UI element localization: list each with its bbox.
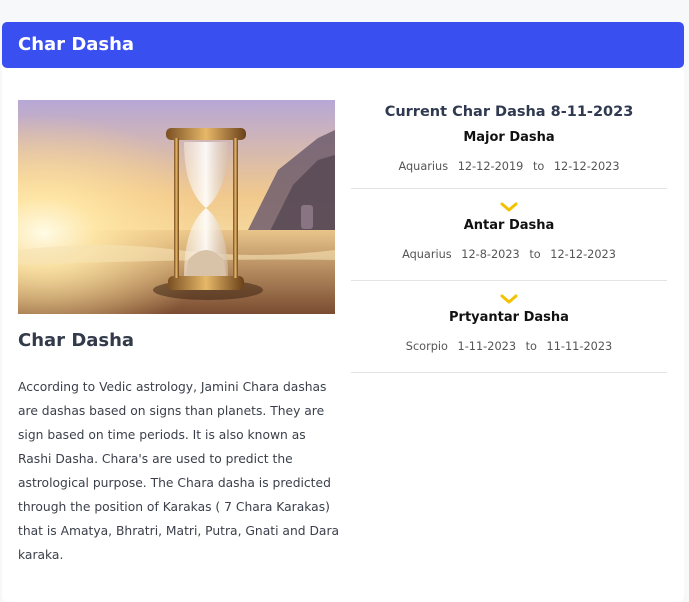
dasha-end-date: 11-11-2023 (546, 340, 613, 353)
dasha-title: Antar Dasha (463, 218, 555, 233)
current-dasha-heading: Current Char Dasha 8-11-2023 (384, 104, 634, 120)
major-dasha-block: Major Dasha Aquarius 12-12-2019 to 12-12… (351, 124, 667, 189)
dasha-to-word: to (532, 160, 545, 173)
chevron-down-icon (500, 202, 518, 212)
dasha-sign: Aquarius (402, 248, 452, 261)
dasha-end-date: 12-12-2023 (553, 160, 620, 173)
dasha-to-word: to (525, 340, 537, 353)
dasha-period: Aquarius 12-12-2019 to 12-12-2023 (351, 158, 667, 176)
pratyantar-dasha-block: Prtyantar Dasha Scorpio 1-11-2023 to 11-… (351, 281, 667, 373)
section-description: According to Vedic astrology, Jamini Cha… (18, 380, 340, 562)
dasha-start-date: 12-8-2023 (461, 248, 520, 261)
chevron-down-icon (500, 294, 518, 304)
dasha-panel: Current Char Dasha 8-11-2023 Major Dasha… (351, 100, 667, 373)
hourglass-image (18, 100, 335, 314)
page-title: Char Dasha (18, 34, 135, 55)
dasha-title: Major Dasha (463, 130, 555, 145)
dasha-period: Aquarius 12-8-2023 to 12-12-2023 (351, 246, 667, 264)
dasha-start-date: 12-12-2019 (457, 160, 524, 173)
dasha-sign: Scorpio (405, 340, 448, 353)
antar-dasha-block: Antar Dasha Aquarius 12-8-2023 to 12-12-… (351, 189, 667, 281)
page-header: Char Dasha (2, 22, 684, 68)
section-title: Char Dasha (18, 330, 135, 351)
dasha-title: Prtyantar Dasha (449, 310, 569, 325)
dasha-end-date: 12-12-2023 (550, 248, 616, 261)
dasha-to-word: to (529, 248, 541, 261)
dasha-period: Scorpio 1-11-2023 to 11-11-2023 (351, 338, 667, 356)
dasha-start-date: 1-11-2023 (457, 340, 517, 353)
dasha-sign: Aquarius (398, 160, 449, 173)
